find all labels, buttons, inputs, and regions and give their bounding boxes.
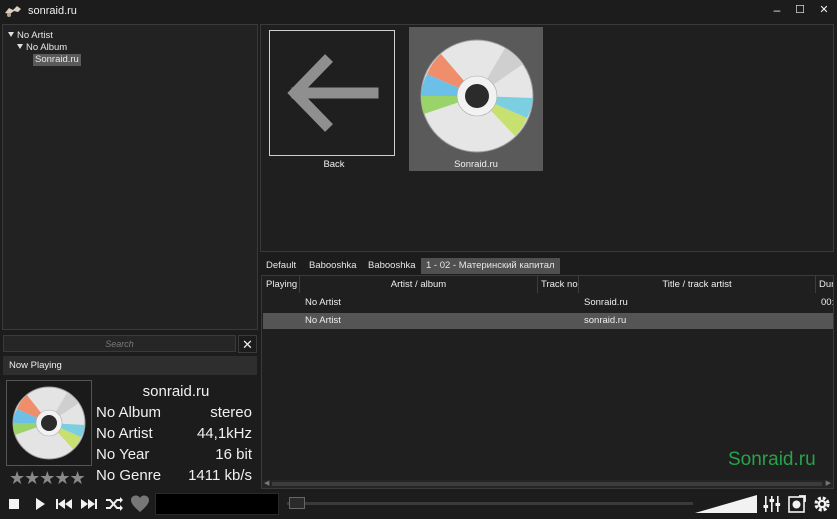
scroll-right-icon[interactable]: ▶ — [826, 480, 831, 488]
tile-album[interactable]: Sonraid.ru — [409, 27, 543, 171]
now-playing-artist: No Artist — [96, 425, 153, 442]
seek-handle[interactable] — [289, 497, 305, 509]
tile-back[interactable]: Back — [267, 27, 401, 171]
album-art-settings-icon[interactable] — [786, 493, 808, 515]
now-playing-bitdepth: 16 bit — [215, 446, 252, 463]
column-header-duration[interactable]: Dur — [816, 276, 833, 293]
waveform-display[interactable] — [155, 493, 279, 515]
now-playing-bitrate: 1411 kb/s — [188, 467, 252, 484]
search-clear-button[interactable]: ✕ — [238, 335, 257, 353]
scroll-left-icon[interactable]: ◀ — [264, 480, 269, 488]
tab-current-track[interactable]: 1 - 02 - Материнский капитал — [421, 258, 560, 274]
tree-item-label: No Album — [26, 42, 68, 53]
tree-item-label: No Artist — [17, 30, 53, 41]
tab-babooshka-2[interactable]: Babooshka — [363, 258, 421, 274]
shuffle-button[interactable] — [103, 493, 125, 515]
play-button[interactable] — [28, 493, 50, 515]
search-input[interactable] — [4, 336, 235, 351]
tab-babooshka-1[interactable]: Babooshka — [304, 258, 362, 274]
now-playing-album: No Album — [96, 404, 162, 421]
now-playing-title: sonraid.ru — [142, 383, 210, 400]
back-arrow-icon — [269, 30, 395, 156]
cell-duration: 00: — [821, 297, 834, 308]
heart-icon[interactable] — [129, 493, 151, 515]
table-row[interactable]: No Artist Sonraid.ru 00: — [263, 295, 834, 311]
tree-item-track[interactable]: Sonraid.ru — [33, 54, 81, 66]
column-header-artist[interactable]: Artist / album — [300, 276, 538, 293]
now-playing-samplerate: 44,1kHz — [196, 425, 252, 442]
previous-button[interactable] — [53, 493, 75, 515]
tab-default[interactable]: Default — [261, 258, 301, 274]
next-button[interactable] — [78, 493, 100, 515]
cell-artist: No Artist — [305, 297, 341, 308]
cell-title: sonraid.ru — [584, 315, 627, 326]
now-playing-header: Now Playing — [3, 356, 257, 375]
watermark: Sonraid.ru — [728, 449, 816, 470]
close-button[interactable]: ✕ — [813, 2, 835, 18]
tree-item-artist[interactable]: No Artist — [8, 30, 53, 42]
title-bar: sonraid.ru – ☐ ✕ — [0, 0, 837, 22]
library-tree[interactable]: No Artist No Album Sonraid.ru — [2, 24, 258, 330]
horizontal-scrollbar[interactable]: ◀ ▶ — [262, 480, 833, 488]
minimize-button[interactable]: – — [766, 2, 788, 18]
folder-grid[interactable]: Back Sonraid.ru — [260, 24, 834, 252]
transport-toolbar — [0, 491, 837, 519]
column-header-playing[interactable]: Playing — [262, 276, 300, 293]
tree-item-label: Sonraid.ru — [35, 54, 79, 65]
stop-button[interactable] — [3, 493, 25, 515]
tile-label: Sonraid.ru — [454, 159, 498, 170]
cd-icon — [420, 39, 534, 153]
app-logo-icon — [5, 6, 21, 17]
window-title: sonraid.ru — [28, 5, 77, 17]
volume-slider[interactable] — [695, 494, 759, 514]
seek-bar[interactable] — [287, 502, 693, 505]
cell-artist: No Artist — [305, 315, 341, 326]
tree-item-album[interactable]: No Album — [17, 42, 67, 54]
now-playing-year: No Year — [96, 446, 150, 463]
expand-triangle-icon[interactable] — [8, 32, 14, 37]
settings-gear-icon[interactable] — [811, 493, 833, 515]
now-playing-channels: stereo — [210, 404, 252, 421]
tile-label: Back — [323, 159, 345, 170]
cd-icon — [12, 386, 86, 460]
equalizer-icon[interactable] — [761, 493, 783, 515]
column-header-title[interactable]: Title / track artist — [579, 276, 816, 293]
expand-triangle-icon[interactable] — [17, 44, 23, 49]
album-art — [6, 380, 92, 466]
cell-title: Sonraid.ru — [584, 297, 628, 308]
search-box[interactable] — [3, 335, 236, 352]
table-row[interactable]: No Artist sonraid.ru — [263, 313, 833, 329]
scrollbar-thumb[interactable] — [272, 482, 822, 486]
maximize-button[interactable]: ☐ — [789, 2, 811, 18]
column-header-track[interactable]: Track no — [538, 276, 579, 293]
rating-stars[interactable]: ★★★★★ — [9, 468, 86, 489]
now-playing-genre: No Genre — [96, 467, 162, 484]
